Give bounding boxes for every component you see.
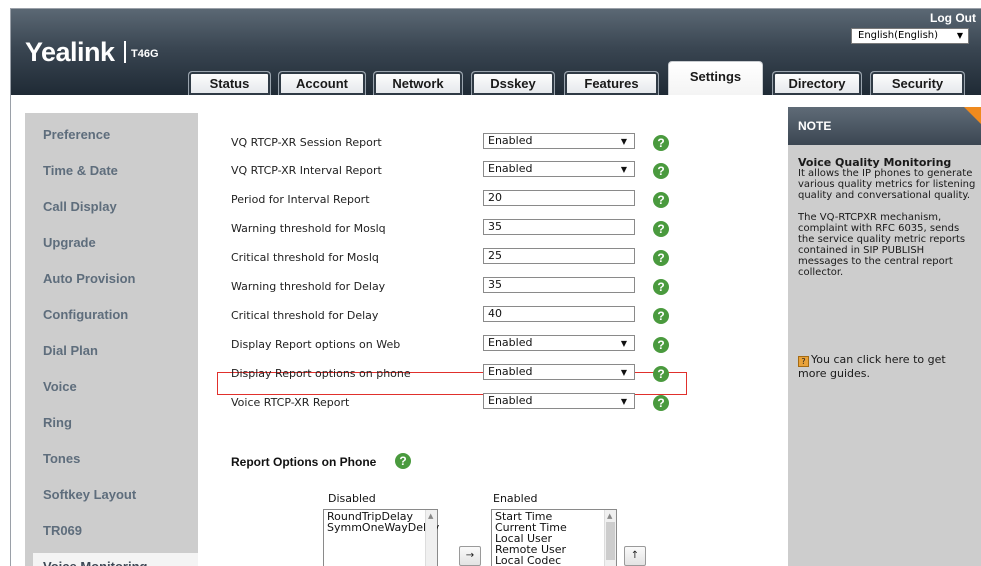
help-icon[interactable]: ?: [653, 395, 669, 411]
sidebar-item-auto-provision[interactable]: Auto Provision: [25, 265, 198, 293]
web-ui-frame: Yealink T46G Log Out English(English) ▼ …: [10, 8, 981, 566]
sidebar-item-voice[interactable]: Voice: [25, 373, 198, 401]
help-icon[interactable]: ?: [653, 250, 669, 266]
critical-delay-field[interactable]: 40: [483, 306, 635, 322]
language-value: English(English): [858, 30, 939, 41]
settings-sidebar: Preference Time & Date Call Display Upgr…: [11, 95, 198, 566]
dropdown-arrow-icon: ▼: [620, 165, 627, 174]
language-select[interactable]: English(English) ▼: [851, 28, 969, 44]
help-icon[interactable]: ?: [653, 279, 669, 295]
scrollbar[interactable]: ▲: [604, 510, 616, 566]
enabled-options-list[interactable]: Start Time Current Time Local User Remot…: [491, 509, 617, 566]
note-paragraph: It allows the IP phones to generate vari…: [798, 168, 976, 201]
help-icon[interactable]: ?: [653, 221, 669, 237]
help-icon[interactable]: ?: [395, 453, 411, 469]
header-bar: Yealink T46G Log Out English(English) ▼ …: [11, 9, 981, 95]
tab-security[interactable]: Security: [870, 71, 965, 95]
help-icon[interactable]: ?: [653, 135, 669, 151]
dropdown-arrow-icon: ▼: [620, 368, 627, 377]
sidebar-panel: Preference Time & Date Call Display Upgr…: [25, 113, 198, 566]
tab-account[interactable]: Account: [278, 71, 366, 95]
help-icon[interactable]: ?: [653, 308, 669, 324]
voice-rtcp-xr-select[interactable]: Enabled ▼: [483, 393, 635, 409]
model-label: T46G: [131, 48, 159, 60]
settings-form: VQ RTCP-XR Session Report Enabled ▼ ? VQ …: [198, 95, 788, 566]
dropdown-arrow-icon: ▼: [620, 137, 627, 146]
sidebar-item-dial-plan[interactable]: Dial Plan: [25, 337, 198, 365]
note-paragraph: The VQ-RTCPXR mechanism, complaint with …: [798, 212, 966, 278]
disabled-list-title: Disabled: [328, 492, 376, 505]
sidebar-item-preference[interactable]: Preference: [25, 121, 198, 149]
enabled-list-title: Enabled: [493, 492, 538, 505]
sidebar-item-tones[interactable]: Tones: [25, 445, 198, 473]
warning-delay-field[interactable]: 35: [483, 277, 635, 293]
tab-features[interactable]: Features: [564, 71, 659, 95]
note-panel-body: NOTE Voice Quality Monitoring It allows …: [788, 107, 981, 566]
sidebar-item-time-date[interactable]: Time & Date: [25, 157, 198, 185]
row-label: Critical threshold for Delay: [231, 309, 379, 322]
tab-dsskey[interactable]: Dsskey: [471, 71, 555, 95]
book-icon: ?: [798, 356, 809, 367]
dropdown-arrow-icon: ▼: [620, 397, 627, 406]
interval-period-field[interactable]: 20: [483, 190, 635, 206]
scroll-up-icon: ▲: [607, 512, 613, 520]
session-report-select[interactable]: Enabled ▼: [483, 133, 635, 149]
tab-directory[interactable]: Directory: [772, 71, 862, 95]
row-label: Warning threshold for Moslq: [231, 222, 386, 235]
help-icon[interactable]: ?: [653, 192, 669, 208]
display-on-phone-select[interactable]: Enabled ▼: [483, 364, 635, 380]
scroll-up-icon: ▲: [428, 512, 434, 520]
tab-network[interactable]: Network: [373, 71, 463, 95]
row-label: VQ RTCP-XR Session Report: [231, 136, 382, 149]
guide-text: You can click here to get more guides.: [798, 353, 946, 380]
note-text: Voice Quality Monitoring It allows the I…: [798, 157, 976, 289]
row-label: Voice RTCP-XR Report: [231, 396, 350, 409]
tab-settings[interactable]: Settings: [668, 61, 763, 95]
interval-report-select[interactable]: Enabled ▼: [483, 161, 635, 177]
sidebar-item-call-display[interactable]: Call Display: [25, 193, 198, 221]
dropdown-arrow-icon: ▼: [956, 31, 963, 40]
row-label: Warning threshold for Delay: [231, 280, 386, 293]
logout-link[interactable]: Log Out: [930, 11, 976, 25]
note-heading: Voice Quality Monitoring: [798, 156, 952, 169]
critical-moslq-field[interactable]: 25: [483, 248, 635, 264]
row-label: Display Report options on phone: [231, 367, 411, 380]
row-label: Display Report options on Web: [231, 338, 401, 351]
list-item[interactable]: Local Codec: [495, 555, 613, 566]
sidebar-item-tr069[interactable]: TR069: [25, 517, 198, 545]
note-title: NOTE: [798, 119, 832, 133]
note-corner-accent: [964, 107, 981, 125]
move-right-button[interactable]: →: [459, 546, 481, 566]
guide-link[interactable]: ? You can click here to get more guides.: [798, 353, 976, 380]
note-panel: NOTE Voice Quality Monitoring It allows …: [788, 95, 981, 566]
logo-separator: [124, 41, 126, 63]
yealink-logo: Yealink: [25, 37, 115, 67]
list-item[interactable]: SymmOneWayDelay: [327, 522, 439, 533]
scrollbar[interactable]: ▲: [425, 510, 437, 566]
warning-moslq-field[interactable]: 35: [483, 219, 635, 235]
row-label: VQ RTCP-XR Interval Report: [231, 164, 382, 177]
row-label: Period for Interval Report: [231, 193, 370, 206]
display-on-web-select[interactable]: Enabled ▼: [483, 335, 635, 351]
note-header: NOTE: [788, 107, 981, 145]
tab-status[interactable]: Status: [188, 71, 271, 95]
report-options-title: Report Options on Phone: [231, 455, 377, 469]
scrollbar-thumb[interactable]: [606, 522, 615, 560]
sidebar-item-softkey-layout[interactable]: Softkey Layout: [25, 481, 198, 509]
dropdown-arrow-icon: ▼: [620, 339, 627, 348]
move-up-button[interactable]: ↑: [624, 546, 646, 566]
sidebar-item-voice-monitoring[interactable]: Voice Monitoring: [33, 553, 198, 566]
help-icon[interactable]: ?: [653, 366, 669, 382]
row-label: Critical threshold for Moslq: [231, 251, 379, 264]
disabled-options-list[interactable]: RoundTripDelay SymmOneWayDelay ▲: [323, 509, 439, 566]
sidebar-item-configuration[interactable]: Configuration: [25, 301, 198, 329]
help-icon[interactable]: ?: [653, 337, 669, 353]
help-icon[interactable]: ?: [653, 163, 669, 179]
sidebar-item-upgrade[interactable]: Upgrade: [25, 229, 198, 257]
sidebar-item-ring[interactable]: Ring: [25, 409, 198, 437]
